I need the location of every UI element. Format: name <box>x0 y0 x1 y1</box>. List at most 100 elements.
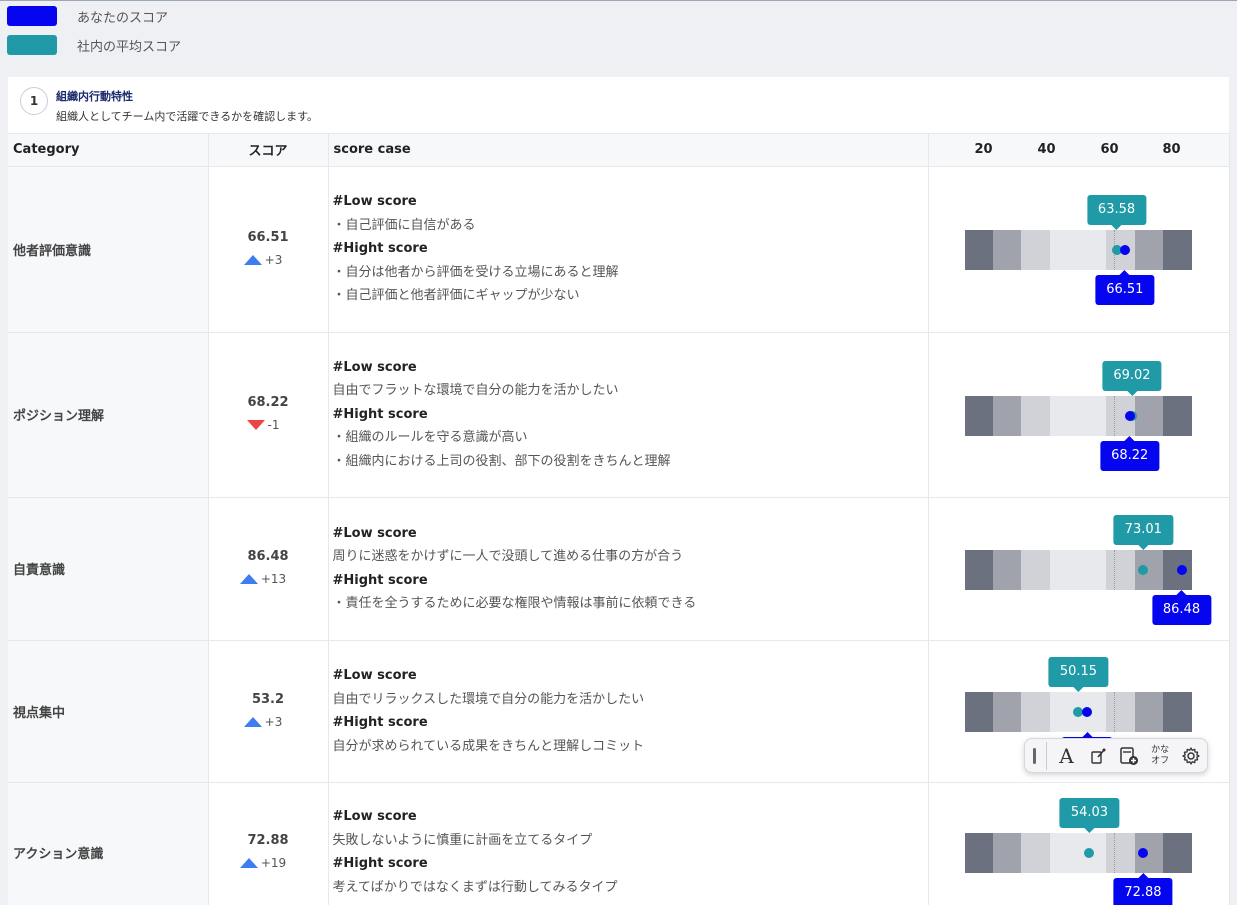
your-score-label: 66.51 <box>1106 282 1144 297</box>
grip-icon[interactable] <box>1033 747 1036 764</box>
section-header: 1 組織内行動特性 組織人としてチーム内で活躍できるかを確認します。 <box>8 77 1229 134</box>
table-row: アクション意識 72.88 +19 #Low score 失敗しないように慎重に計画を立… <box>8 782 1230 905</box>
avg-score-tag: 50.15 <box>1048 656 1109 692</box>
score-scale-bar <box>964 549 1192 590</box>
your-score-dot <box>1137 847 1148 858</box>
your-score-dot <box>1124 410 1135 421</box>
kana-label-bottom: オフ <box>1151 755 1170 766</box>
score-case-cell: #Low score 周りに迷惑をかけずに一人で没頭して進める仕事の方が合う #Hi… <box>328 497 929 641</box>
low-score-item: 自由でフラットな環境で自分の能力を活かしたい <box>332 383 619 399</box>
scale-segment <box>1106 691 1135 732</box>
score-cell: 66.51 +3 <box>208 166 329 333</box>
score-cell: 86.48 +13 <box>208 497 329 641</box>
score-chart-cell: 63.58 66.51 <box>928 166 1230 333</box>
score-chart-cell: 73.01 86.48 <box>928 497 1230 641</box>
score-case-cell: #Low score ・自己評価に自信がある #Hight score ・自分は他者か… <box>328 166 929 333</box>
category-label: アクション意識 <box>13 846 104 862</box>
avg-score-dot <box>1138 564 1149 575</box>
category-label: 自責意識 <box>13 563 66 578</box>
category-cell: 視点集中 <box>8 640 209 783</box>
table-header-row: Category スコア score case 20 40 60 80 <box>8 134 1230 167</box>
section-number: 1 <box>20 87 48 115</box>
high-score-item: 自分が求められている成果をきちんと理解しコミット <box>332 738 645 754</box>
avg-score-label: 73.01 <box>1124 522 1162 537</box>
high-score-heading: #Hight score <box>332 406 428 422</box>
scale-segment <box>992 395 1022 436</box>
gear-icon[interactable] <box>1176 741 1207 771</box>
scale-segment <box>1021 549 1050 590</box>
low-score-heading: #Low score <box>332 525 417 541</box>
scale-segment <box>992 549 1022 590</box>
high-score-heading: #Hight score <box>332 856 428 871</box>
font-icon[interactable]: A <box>1051 741 1082 771</box>
kana-label-top: かな <box>1151 744 1170 755</box>
table-row: 自責意識 86.48 +13 #Low score 周りに迷惑をかけずに一人で没頭して進… <box>8 497 1230 641</box>
score-delta: -1 <box>246 418 279 432</box>
legend-label-avg: 社内の平均スコア <box>77 39 182 55</box>
score-chart-cell: 54.03 72.88 <box>928 782 1230 905</box>
average-line <box>1113 395 1115 436</box>
score-scale-bar <box>964 229 1192 270</box>
scale-segment <box>992 229 1022 270</box>
high-score-item: ・自己評価と他者評価にギャップが少ない <box>332 288 580 304</box>
your-score-tag: 72.88 <box>1113 872 1173 905</box>
scale-segment <box>1049 549 1078 590</box>
top-divider <box>0 0 1237 1</box>
scale-segment <box>964 549 993 590</box>
your-score-tag: 68.22 <box>1100 435 1160 471</box>
header-score-case: score case <box>328 134 929 167</box>
score-scale-bar <box>964 395 1192 436</box>
score-delta: +3 <box>243 252 283 267</box>
score-chart-cell: 69.02 68.22 <box>928 332 1230 498</box>
low-score-item: ・自己評価に自信がある <box>332 217 476 233</box>
header-category: Category <box>8 134 209 167</box>
low-score-heading: #Low score <box>332 359 417 375</box>
average-line <box>1113 691 1115 732</box>
your-score-dot <box>1176 564 1187 575</box>
score-value: 66.51 <box>247 229 289 245</box>
triangle-up-icon <box>243 254 262 265</box>
category-cell: 自責意識 <box>8 497 209 641</box>
scale-segment <box>1021 395 1050 436</box>
scale-segment <box>1021 832 1050 873</box>
triangle-up-icon <box>239 574 258 584</box>
high-score-item: ・組織のルールを守る意識が高い <box>332 430 528 446</box>
scale-segment <box>1049 395 1078 436</box>
category-label: ポジション理解 <box>13 409 105 424</box>
avg-score-tag: 54.03 <box>1059 797 1120 833</box>
pen-icon[interactable] <box>1082 741 1113 771</box>
avg-score-label: 54.03 <box>1070 805 1109 820</box>
score-scale-bar <box>964 832 1192 873</box>
avg-score-label: 50.15 <box>1059 664 1098 679</box>
avg-score-tag: 73.01 <box>1113 514 1173 550</box>
high-score-heading: #Hight score <box>332 715 428 730</box>
scale-segment <box>1106 832 1135 873</box>
category-cell: アクション意識 <box>8 782 209 905</box>
section-panel: 1 組織内行動特性 組織人としてチーム内で活躍できるかを確認します。 Categ… <box>8 77 1230 905</box>
header-scale: 20 40 60 80 <box>928 134 1230 167</box>
scale-segment <box>1134 395 1164 436</box>
low-score-item: 失敗しないように慎重に計画を立てるタイプ <box>332 832 593 848</box>
triangle-up-icon <box>243 716 262 727</box>
add-card-icon[interactable] <box>1113 741 1144 771</box>
your-score-tag: 66.51 <box>1095 269 1155 305</box>
avg-score-label: 69.02 <box>1113 368 1151 383</box>
avg-score-tag: 69.02 <box>1102 360 1162 396</box>
scale-tick: 20 <box>974 142 993 157</box>
high-score-heading: #Hight score <box>332 241 428 257</box>
avg-score-tag: 63.58 <box>1086 194 1147 230</box>
delta-value: +3 <box>264 714 283 729</box>
scale-segment <box>1021 229 1050 270</box>
scale-segment <box>1078 229 1107 270</box>
legend-item-you: あなたのスコア <box>7 6 181 26</box>
your-score-label: 72.88 <box>1124 885 1162 900</box>
your-score-label: 68.22 <box>1111 448 1149 463</box>
score-case-cell: #Low score 自由でリラックスした環境で自分の能力を活かしたい #Hight… <box>328 640 929 783</box>
high-score-item: 考えてばかりではなくまずは行動してみるタイプ <box>332 879 618 895</box>
scale-tick: 40 <box>1037 142 1056 157</box>
low-score-item: 自由でリラックスした環境で自分の能力を活かしたい <box>332 691 645 707</box>
kana-toggle-icon[interactable]: かな オフ <box>1145 741 1176 771</box>
low-score-heading: #Low score <box>332 809 417 824</box>
average-line <box>1113 549 1115 590</box>
delta-value: +3 <box>264 252 283 267</box>
